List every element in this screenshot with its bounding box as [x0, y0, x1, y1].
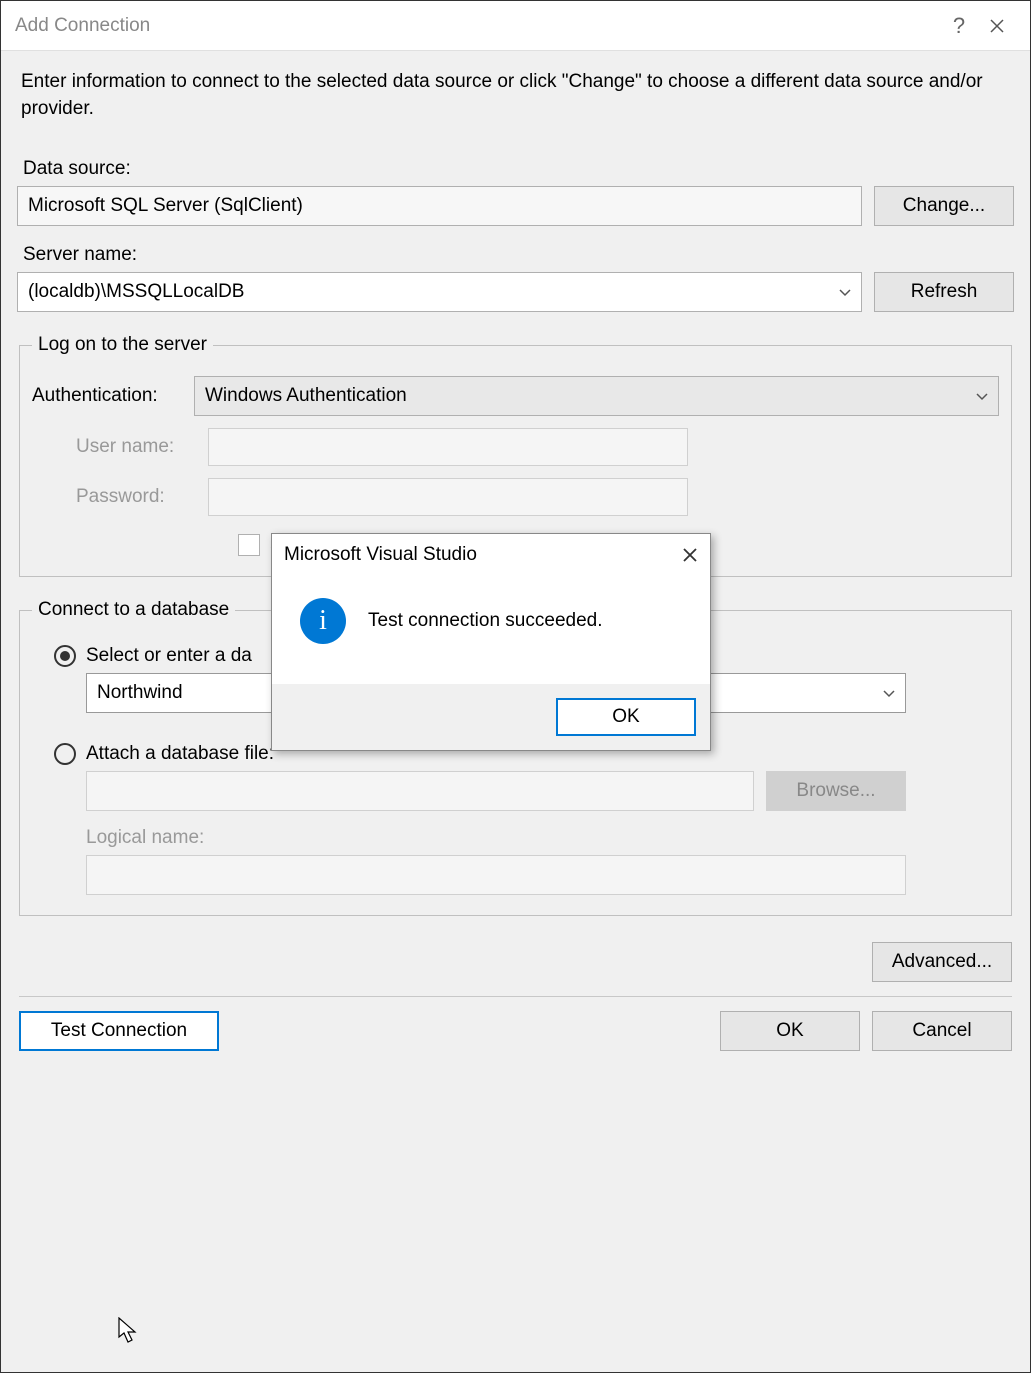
dialog-title: Microsoft Visual Studio — [284, 544, 477, 566]
server-name-label: Server name: — [23, 244, 1014, 266]
logon-legend: Log on to the server — [32, 334, 213, 356]
info-icon: i — [300, 598, 346, 644]
select-db-label: Select or enter a da — [86, 645, 252, 667]
auth-select[interactable]: Windows Authentication — [194, 376, 999, 416]
change-button[interactable]: Change... — [874, 186, 1014, 226]
server-name-combo[interactable]: (localdb)\MSSQLLocalDB — [17, 272, 862, 312]
attach-db-radio[interactable] — [54, 743, 76, 765]
attach-db-label: Attach a database file: — [86, 743, 274, 765]
attach-file-field — [86, 771, 754, 811]
help-icon[interactable]: ? — [940, 13, 978, 39]
dialog-message: Test connection succeeded. — [368, 610, 603, 632]
select-db-radio[interactable] — [54, 645, 76, 667]
refresh-button[interactable]: Refresh — [874, 272, 1014, 312]
separator — [19, 996, 1012, 997]
window-title: Add Connection — [15, 15, 940, 37]
logical-name-field — [86, 855, 906, 895]
message-dialog: Microsoft Visual Studio i Test connectio… — [271, 533, 711, 751]
database-legend: Connect to a database — [32, 599, 235, 621]
test-connection-button[interactable]: Test Connection — [19, 1011, 219, 1051]
save-password-checkbox — [238, 534, 260, 556]
chevron-down-icon — [976, 385, 988, 407]
advanced-button[interactable]: Advanced... — [872, 942, 1012, 982]
password-label: Password: — [76, 486, 196, 508]
chevron-down-icon — [883, 682, 895, 704]
username-label: User name: — [76, 436, 196, 458]
dialog-ok-button[interactable]: OK — [556, 698, 696, 736]
auth-label: Authentication: — [32, 385, 182, 407]
cursor-icon — [118, 1317, 140, 1345]
data-source-field: Microsoft SQL Server (SqlClient) — [17, 186, 862, 226]
dialog-close-icon[interactable] — [682, 547, 698, 563]
logical-name-label: Logical name: — [86, 827, 999, 849]
password-field — [208, 478, 688, 516]
data-source-label: Data source: — [23, 158, 1014, 180]
close-icon[interactable] — [978, 18, 1016, 34]
cancel-button[interactable]: Cancel — [872, 1011, 1012, 1051]
titlebar: Add Connection ? — [1, 1, 1030, 51]
intro-text: Enter information to connect to the sele… — [17, 67, 1014, 140]
chevron-down-icon — [839, 284, 851, 300]
ok-button[interactable]: OK — [720, 1011, 860, 1051]
browse-button: Browse... — [766, 771, 906, 811]
username-field — [208, 428, 688, 466]
